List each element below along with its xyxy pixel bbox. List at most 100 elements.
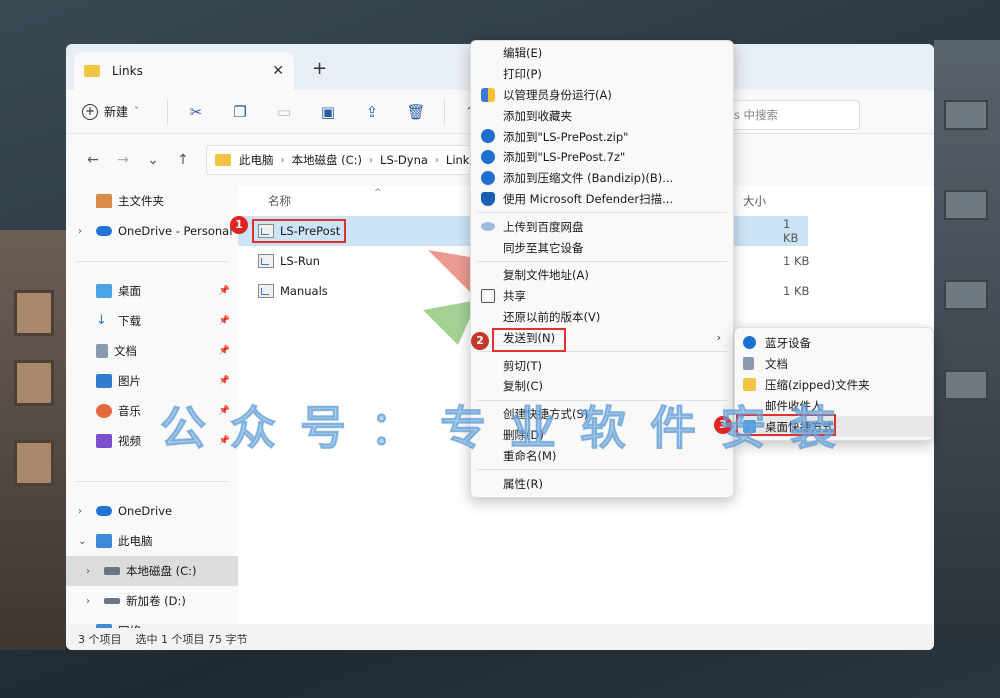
menu-item-print[interactable]: 打印(P) [471, 64, 733, 85]
menu-item-add-7z[interactable]: 添加到"LS-PrePost.7z" [471, 147, 733, 168]
highlight-box: LS-PrePost [252, 219, 347, 243]
breadcrumb-item[interactable]: LS-Dyna › [380, 153, 446, 167]
sidebar-item-label: 图片 [118, 374, 141, 388]
sidebar-item-desktop[interactable]: 桌面 📌 [66, 276, 238, 306]
menu-item-edit[interactable]: 编辑(E) [471, 43, 733, 64]
menu-item-cut[interactable]: 剪切(T) [471, 355, 733, 376]
close-icon[interactable]: ✕ [272, 63, 284, 79]
file-size: 1 KB [783, 217, 799, 245]
shield-icon [481, 87, 495, 102]
sidebar-item-drive-c[interactable]: › 本地磁盘 (C:) [66, 556, 238, 586]
background-window [944, 280, 988, 310]
chevron-right-icon: › [280, 154, 285, 166]
menu-item-run-as-admin[interactable]: 以管理员身份运行(A) [471, 85, 733, 106]
chevron-right-icon: › [434, 154, 439, 166]
folder-icon [215, 154, 231, 166]
menu-item-label: 共享 [503, 289, 526, 304]
paste-icon[interactable]: ▭ [262, 103, 306, 121]
new-tab-button[interactable]: + [312, 58, 327, 79]
rename-icon[interactable]: ▣ [306, 103, 350, 121]
bandizip-icon [481, 149, 495, 164]
menu-item-add-bandizip[interactable]: 添加到压缩文件 (Bandizip)(B)... [471, 168, 733, 189]
menu-item-add-zip[interactable]: 添加到"LS-PrePost.zip" [471, 126, 733, 147]
share-icon [481, 288, 495, 303]
file-name: Manuals [280, 284, 328, 298]
up-arrow-icon[interactable]: ↑ [168, 152, 198, 168]
sidebar-item-label: OneDrive - Personal [118, 224, 233, 238]
bandizip-icon [481, 170, 495, 185]
submenu-item-bluetooth[interactable]: 蓝牙设备 [735, 332, 933, 353]
tab-links[interactable]: Links ✕ [74, 52, 294, 90]
sidebar-item-label: 新加卷 (D:) [126, 594, 186, 608]
breadcrumb-item[interactable]: 本地磁盘 (C:) › [292, 152, 381, 168]
sidebar-item-label: 音乐 [118, 404, 141, 418]
toolbar-divider [167, 99, 169, 124]
background-window [14, 290, 54, 336]
submenu-item-documents[interactable]: 文档 [735, 353, 933, 374]
folder-icon [84, 65, 100, 77]
sidebar-item-label: 主文件夹 [118, 194, 164, 208]
menu-item-label: 添加到"LS-PrePost.7z" [503, 150, 626, 165]
sidebar-item-downloads[interactable]: ↓ 下载 📌 [66, 306, 238, 336]
sidebar-item-documents[interactable]: 文档 📌 [66, 336, 238, 366]
document-icon [96, 344, 108, 358]
menu-item-label: 以管理员身份运行(A) [503, 87, 612, 102]
breadcrumb-label: 此电脑 [239, 153, 274, 167]
share-icon[interactable]: ⇪ [350, 103, 394, 121]
menu-item-defender-scan[interactable]: 使用 Microsoft Defender扫描... [471, 189, 733, 210]
submenu-item-label: 文档 [765, 356, 788, 371]
menu-item-label: 剪切(T) [503, 358, 542, 373]
sidebar-item-drive-d[interactable]: › 新加卷 (D:) [66, 586, 238, 616]
sidebar-item-label: 文档 [114, 344, 137, 358]
sidebar-item-label: 下载 [118, 314, 141, 328]
file-name: LS-Run [280, 254, 320, 268]
sidebar-item-label: 本地磁盘 (C:) [126, 564, 197, 578]
chevron-right-icon: › [716, 331, 721, 345]
menu-item-baidu-upload[interactable]: 上传到百度网盘 [471, 216, 733, 237]
sidebar-item-label: 此电脑 [118, 534, 153, 548]
menu-item-sync-devices[interactable]: 同步至其它设备 [471, 237, 733, 258]
step-badge: 1 [230, 216, 248, 234]
file-size: 1 KB [783, 284, 810, 298]
delete-icon[interactable]: 🗑 [394, 103, 438, 121]
sidebar-item-this-pc[interactable]: ⌄ 此电脑 [66, 526, 238, 556]
new-label: 新建 [104, 105, 129, 119]
menu-item-copy-path[interactable]: 复制文件地址(A) [471, 265, 733, 286]
sidebar-item-home[interactable]: 主文件夹 [66, 186, 238, 216]
pin-icon[interactable]: 📌 [219, 316, 230, 326]
status-bar: 3 个项目 选中 1 个项目 75 字节 [66, 628, 934, 650]
chevron-down-icon[interactable]: ⌄ [138, 152, 168, 168]
sidebar-item-onedrive[interactable]: › OneDrive [66, 496, 238, 526]
menu-item-add-favorites[interactable]: 添加到收藏夹 [471, 105, 733, 126]
menu-item-label: 打印(P) [503, 67, 542, 82]
chevron-right-icon: › [86, 595, 90, 607]
pin-icon[interactable]: 📌 [219, 286, 230, 296]
menu-item-share[interactable]: 共享 [471, 286, 733, 307]
back-arrow-icon[interactable]: ← [78, 152, 108, 168]
forward-arrow-icon[interactable]: → [108, 152, 138, 168]
chevron-right-icon: › [86, 565, 90, 577]
breadcrumb-label: 本地磁盘 (C:) [291, 153, 363, 167]
copy-icon[interactable]: ❐ [218, 103, 262, 121]
new-button[interactable]: + 新建 ˅ [82, 103, 139, 120]
chevron-down-icon: ˅ [134, 106, 140, 117]
menu-item-properties[interactable]: 属性(R) [471, 473, 733, 494]
menu-item-restore-versions[interactable]: 还原以前的版本(V) [471, 307, 733, 328]
cut-icon[interactable]: ✂ [174, 103, 218, 121]
breadcrumb-item[interactable]: 此电脑 › [239, 152, 292, 168]
sidebar-item-onedrive-personal[interactable]: › OneDrive - Personal [66, 216, 238, 246]
background-window [14, 440, 54, 486]
column-size[interactable]: 大小 [743, 193, 766, 209]
sidebar-item-label: 桌面 [118, 284, 141, 298]
column-name[interactable]: 名称 [268, 193, 291, 209]
home-icon [96, 194, 112, 208]
menu-item-label: 使用 Microsoft Defender扫描... [503, 191, 674, 206]
background-window [944, 100, 988, 130]
bluetooth-icon [743, 336, 756, 349]
picture-icon [96, 374, 112, 388]
document-icon [743, 357, 754, 370]
pin-icon[interactable]: 📌 [219, 376, 230, 386]
sidebar-item-label: 视频 [118, 434, 141, 448]
pin-icon[interactable]: 📌 [219, 346, 230, 356]
menu-item-label: 同步至其它设备 [503, 240, 584, 255]
